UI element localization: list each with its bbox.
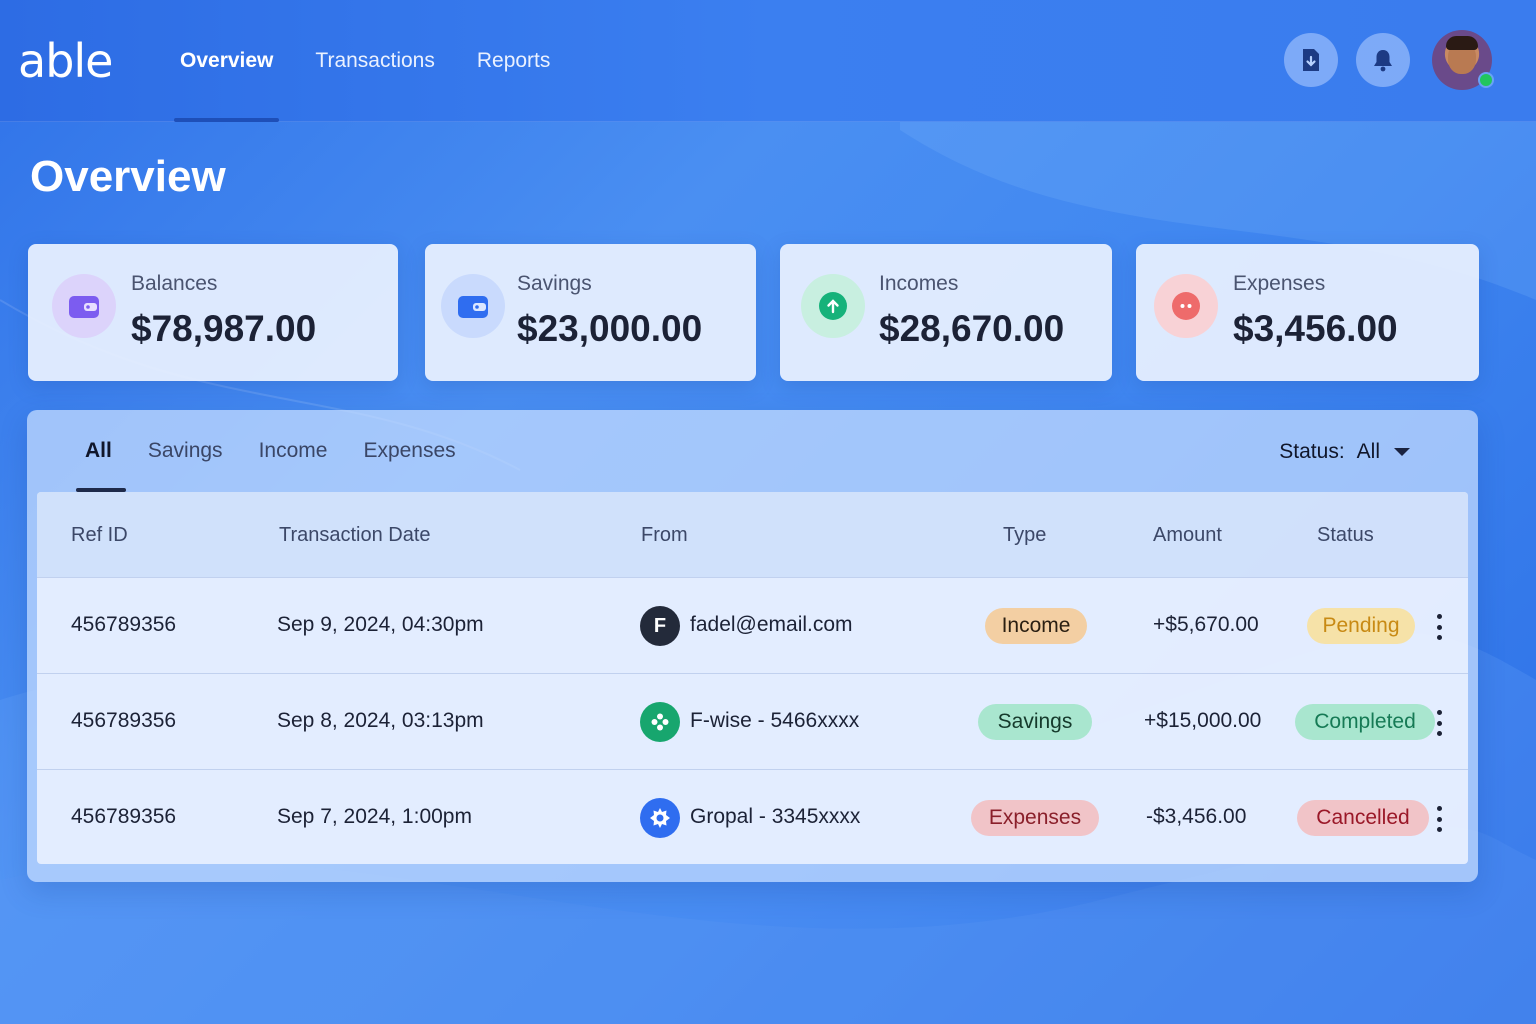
transactions-panel: All Savings Income Expenses Status: All … — [27, 410, 1478, 882]
header-status[interactable]: Status — [1317, 524, 1374, 547]
from-cell: F-wise - 5466xxxx — [690, 709, 860, 732]
kebab-dot — [1436, 731, 1442, 736]
header-type[interactable]: Type — [1003, 524, 1046, 547]
table-row[interactable]: 456789356 Sep 8, 2024, 03:13pm F-wise - … — [37, 673, 1468, 769]
incomes-card[interactable]: Incomes $28,670.00 — [780, 244, 1112, 381]
savings-card[interactable]: Savings $23,000.00 — [425, 244, 756, 381]
arrow-up-icon — [819, 292, 847, 320]
table-header: Ref ID Transaction Date From Type Amount… — [37, 492, 1468, 577]
kebab-dot — [1436, 635, 1442, 640]
header-transaction-date[interactable]: Transaction Date — [279, 524, 431, 547]
row-more-button[interactable] — [1435, 614, 1443, 640]
expenses-value: $3,456.00 — [1233, 308, 1398, 349]
balances-icon-wrap — [52, 274, 116, 338]
date-cell: Sep 9, 2024, 04:30pm — [277, 613, 484, 636]
wallet-icon — [69, 296, 99, 318]
tab-all[interactable]: All — [76, 410, 126, 492]
status-badge-completed: Completed — [1295, 704, 1435, 740]
expenses-icon-wrap — [1154, 274, 1218, 338]
incomes-value: $28,670.00 — [879, 308, 1065, 349]
type-badge-income: Income — [985, 608, 1087, 644]
kebab-dot — [1436, 816, 1442, 822]
transactions-table: Ref ID Transaction Date From Type Amount… — [37, 492, 1468, 864]
kebab-dot — [1436, 806, 1442, 811]
status-filter-value: All — [1356, 440, 1380, 463]
online-status-dot — [1478, 72, 1494, 88]
top-navigation-bar: able Overview Transactions Reports — [0, 0, 1536, 122]
nav-reports[interactable]: Reports — [477, 0, 551, 122]
savings-value: $23,000.00 — [517, 308, 703, 349]
status-badge-pending: Pending — [1307, 608, 1415, 644]
incomes-label: Incomes — [879, 272, 959, 295]
main-nav: Overview Transactions Reports — [173, 0, 592, 122]
header-actions — [1266, 30, 1494, 90]
date-cell: Sep 8, 2024, 03:13pm — [277, 709, 484, 732]
type-badge-expenses: Expenses — [971, 800, 1099, 836]
bell-icon — [1374, 50, 1392, 72]
user-avatar[interactable] — [1432, 30, 1494, 90]
from-cell: fadel@email.com — [690, 613, 853, 636]
header-amount[interactable]: Amount — [1153, 524, 1222, 547]
table-row[interactable]: 456789356 Sep 7, 2024, 1:00pm Gropal - 3… — [37, 769, 1468, 864]
kebab-dot — [1436, 827, 1442, 832]
filter-tabs: All Savings Income Expenses — [76, 410, 492, 492]
from-cell: Gropal - 3345xxxx — [690, 805, 861, 828]
wallet-icon — [458, 296, 488, 318]
ref-id-cell: 456789356 — [71, 805, 177, 828]
ref-id-cell: 456789356 — [71, 709, 177, 732]
nav-overview[interactable]: Overview — [173, 0, 280, 122]
nav-transactions[interactable]: Transactions — [315, 0, 434, 122]
download-document-button[interactable] — [1284, 33, 1338, 87]
status-filter-label: Status: — [1279, 440, 1345, 463]
notifications-button[interactable] — [1356, 33, 1410, 87]
header-ref-id[interactable]: Ref ID — [71, 524, 128, 547]
savings-icon-wrap — [441, 274, 505, 338]
kebab-dot — [1436, 624, 1442, 630]
row-more-button[interactable] — [1435, 710, 1443, 736]
amount-cell: +$15,000.00 — [1144, 709, 1262, 732]
sender-initial-avatar: F — [640, 606, 680, 646]
savings-label: Savings — [517, 272, 592, 295]
download-document-icon — [1303, 49, 1319, 71]
tab-savings[interactable]: Savings — [148, 410, 223, 492]
tab-expenses[interactable]: Expenses — [363, 410, 455, 492]
ref-id-cell: 456789356 — [71, 613, 177, 636]
type-badge-savings: Savings — [978, 704, 1092, 740]
date-cell: Sep 7, 2024, 1:00pm — [277, 805, 472, 828]
balances-card[interactable]: Balances $78,987.00 — [28, 244, 398, 381]
page-title: Overview — [30, 152, 226, 201]
gropal-logo-icon — [640, 798, 680, 838]
incomes-icon-wrap — [801, 274, 865, 338]
amount-cell: +$5,670.00 — [1153, 613, 1259, 636]
expenses-card[interactable]: Expenses $3,456.00 — [1136, 244, 1479, 381]
dots-icon — [1172, 292, 1200, 320]
table-row[interactable]: 456789356 Sep 9, 2024, 04:30pm F fadel@e… — [37, 577, 1468, 673]
header-from[interactable]: From — [641, 524, 688, 547]
tab-income[interactable]: Income — [259, 410, 328, 492]
avatar-hair — [1446, 36, 1478, 50]
kebab-dot — [1436, 614, 1442, 619]
chevron-down-icon — [1394, 448, 1410, 456]
status-badge-cancelled: Cancelled — [1297, 800, 1429, 836]
app-logo[interactable]: able — [18, 34, 113, 88]
row-more-button[interactable] — [1435, 806, 1443, 832]
amount-cell: -$3,456.00 — [1146, 805, 1247, 828]
kebab-dot — [1436, 720, 1442, 726]
balances-value: $78,987.00 — [131, 308, 317, 349]
fwise-logo-icon — [640, 702, 680, 742]
balances-label: Balances — [131, 272, 218, 295]
expenses-label: Expenses — [1233, 272, 1326, 295]
kebab-dot — [1436, 710, 1442, 715]
status-filter-dropdown[interactable]: Status: All — [1279, 440, 1410, 464]
